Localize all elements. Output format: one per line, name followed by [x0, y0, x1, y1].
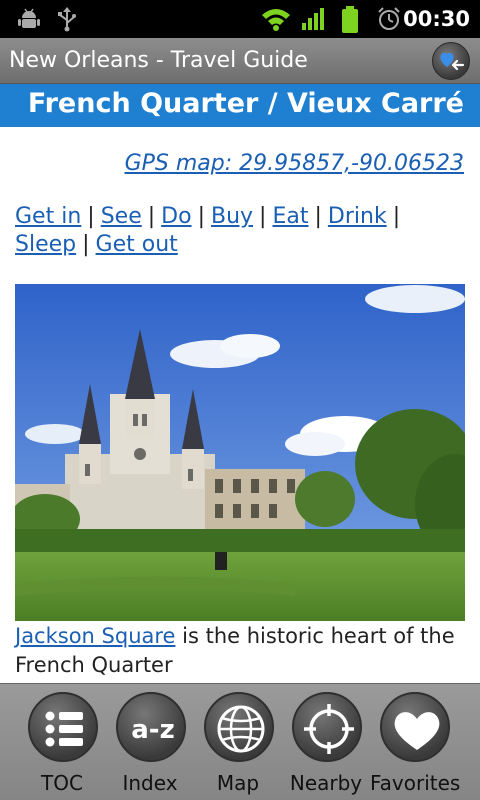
- favorites-button[interactable]: Favorites: [370, 684, 461, 800]
- map-label: Map: [216, 771, 260, 795]
- jackson-square-photo[interactable]: [15, 284, 465, 621]
- heart-arrow-icon: [440, 52, 465, 71]
- usb-icon: [56, 6, 78, 36]
- link-sleep[interactable]: Sleep: [15, 232, 76, 257]
- link-see[interactable]: See: [101, 204, 142, 229]
- section-links: Get in | See | Do | Buy | Eat | Drink | Sleep | Get ou…: [15, 204, 401, 257]
- wifi-icon: [260, 6, 292, 36]
- svg-text:a-z: a-z: [131, 715, 174, 745]
- article-content: GPS map: 29.95857,-90.06523 Get in | See | D…: [0, 127, 480, 683]
- status-bar: 00:30: [0, 0, 480, 38]
- section-banner: French Quarter / Vieux Carré: [0, 84, 480, 127]
- link-eat[interactable]: Eat: [272, 204, 308, 229]
- globe-icon: [217, 705, 265, 753]
- app-title-bar: New Orleans - Travel Guide: [0, 38, 480, 84]
- jackson-square-link[interactable]: Jackson Square: [15, 624, 175, 648]
- nearby-label: Nearby: [289, 771, 363, 795]
- photo-caption: Jackson Square is the historic heart of …: [15, 622, 475, 680]
- signal-icon: [300, 6, 328, 36]
- toc-button[interactable]: TOC: [18, 684, 106, 800]
- a-z-icon: a-z: [131, 715, 174, 745]
- favorites-label: Favorites: [370, 771, 461, 795]
- battery-icon: [340, 6, 360, 38]
- index-label: Index: [122, 771, 178, 795]
- map-button[interactable]: Map: [194, 684, 282, 800]
- clock-time: 00:30: [403, 7, 470, 31]
- page-title: French Quarter / Vieux Carré: [27, 88, 464, 119]
- heart-icon: [394, 712, 440, 750]
- link-do[interactable]: Do: [161, 204, 191, 229]
- index-button[interactable]: a-z Index: [106, 684, 194, 800]
- gps-map-link[interactable]: GPS map: 29.95857,-90.06523: [125, 151, 464, 176]
- alarm-icon: [376, 6, 402, 36]
- crosshair-icon: [304, 704, 354, 754]
- nearby-button[interactable]: Nearby: [282, 684, 370, 800]
- add-favorite-button[interactable]: [432, 42, 470, 80]
- link-drink[interactable]: Drink: [328, 204, 387, 229]
- toc-label: TOC: [41, 771, 83, 795]
- android-debug-icon: [16, 6, 42, 36]
- list-icon: [45, 711, 83, 747]
- link-get-out[interactable]: Get out: [96, 232, 178, 257]
- bottom-toolbar: TOC a-z Index Map Nearby Favorites: [0, 683, 480, 800]
- link-get-in[interactable]: Get in: [15, 204, 81, 229]
- app-title: New Orleans - Travel Guide: [9, 48, 308, 73]
- link-buy[interactable]: Buy: [211, 204, 253, 229]
